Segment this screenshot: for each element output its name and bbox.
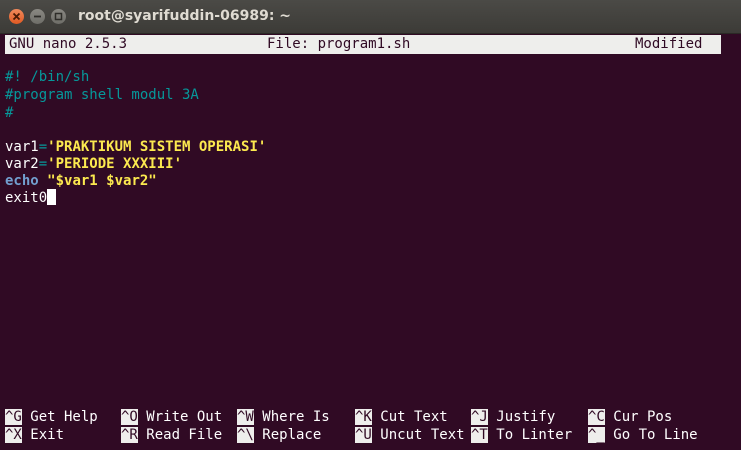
shortcut-label: Exit	[21, 427, 65, 443]
shortcut-bar: ^G Get Help ^O Write Out ^W Where Is ^K …	[5, 408, 741, 448]
code-line[interactable]: var1='PRAKTIKUM SISTEM OPERASI'	[5, 138, 266, 156]
code-line[interactable]: exit0	[5, 189, 57, 207]
code-line[interactable]: #	[5, 104, 13, 122]
shortcut-key: ^\	[237, 427, 254, 443]
string-literal: "$var1 $var2"	[47, 173, 157, 189]
code-line[interactable]: var2='PERIODE XXXIII'	[5, 155, 182, 173]
nano-status: Modified	[635, 36, 703, 52]
terminal-area[interactable]: GNU nano 2.5.3 File: program1.sh Modifie…	[0, 33, 741, 450]
assign-operator: =	[38, 156, 48, 172]
shortcut-go-to-line[interactable]: ^_ Go To Line	[588, 426, 698, 444]
nano-header-bar: GNU nano 2.5.3 File: program1.sh Modifie…	[5, 35, 721, 54]
code-line[interactable]: echo "$var1 $var2"	[5, 172, 157, 190]
shortcut-label: Replace	[253, 427, 322, 443]
shortcut-label: Read File	[137, 427, 223, 443]
shortcut-label: Where Is	[253, 409, 330, 425]
shortcut-key: ^G	[5, 409, 22, 425]
code-line[interactable]: #program shell modul 3A	[5, 86, 199, 104]
maximize-button[interactable]	[51, 9, 66, 24]
shortcut-key: ^K	[355, 409, 372, 425]
variable-name: var2	[5, 156, 39, 172]
maximize-icon	[54, 12, 63, 21]
text-cursor	[47, 189, 57, 205]
shortcut-to-linter[interactable]: ^T To Linter	[471, 426, 572, 444]
string-literal: 'PRAKTIKUM SISTEM OPERASI'	[47, 139, 267, 155]
shortcut-key: ^C	[588, 409, 605, 425]
shortcut-write-out[interactable]: ^O Write Out	[121, 408, 222, 426]
shortcut-replace[interactable]: ^\ Replace	[237, 426, 321, 444]
shortcut-get-help[interactable]: ^G Get Help	[5, 408, 98, 426]
shortcut-key: ^O	[121, 409, 138, 425]
shortcut-key: ^U	[355, 427, 372, 443]
shortcut-label: Write Out	[137, 409, 223, 425]
shortcut-label: Justify	[487, 409, 556, 425]
shortcut-label: Uncut Text	[371, 427, 465, 443]
code-line[interactable]: #! /bin/sh	[5, 68, 89, 86]
shortcut-uncut-text[interactable]: ^U Uncut Text	[355, 426, 465, 444]
shortcut-label: To Linter	[487, 427, 573, 443]
code-text: exit0	[5, 190, 48, 206]
window-title: root@syarifuddin-06989: ~	[78, 8, 292, 24]
title-bar[interactable]: root@syarifuddin-06989: ~	[0, 0, 741, 34]
shortcut-key: ^T	[471, 427, 488, 443]
shortcut-where-is[interactable]: ^W Where Is	[237, 408, 330, 426]
close-icon	[12, 12, 21, 21]
keyword: echo	[5, 173, 39, 189]
nano-filename: File: program1.sh	[267, 36, 411, 52]
minimize-icon	[34, 15, 41, 18]
terminal-window: root@syarifuddin-06989: ~ GNU nano 2.5.3…	[0, 0, 741, 450]
shortcut-key: ^_	[588, 427, 605, 443]
shortcut-label: Cut Text	[371, 409, 448, 425]
shortcut-label: Cur Pos	[604, 409, 673, 425]
shortcut-cut-text[interactable]: ^K Cut Text	[355, 408, 448, 426]
shortcut-key: ^J	[471, 409, 488, 425]
assign-operator: =	[38, 139, 48, 155]
shortcut-exit[interactable]: ^X Exit	[5, 426, 64, 444]
shortcut-key: ^X	[5, 427, 22, 443]
string-literal: 'PERIODE XXXIII'	[47, 156, 183, 172]
shortcut-key: ^R	[121, 427, 138, 443]
shortcut-cur-pos[interactable]: ^C Cur Pos	[588, 408, 672, 426]
close-button[interactable]	[9, 9, 24, 24]
variable-name: var1	[5, 139, 39, 155]
minimize-button[interactable]	[30, 9, 45, 24]
shortcut-justify[interactable]: ^J Justify	[471, 408, 555, 426]
shortcut-read-file[interactable]: ^R Read File	[121, 426, 222, 444]
shortcut-key: ^W	[237, 409, 254, 425]
shortcut-label: Get Help	[21, 409, 98, 425]
nano-version: GNU nano 2.5.3	[9, 36, 128, 52]
shortcut-label: Go To Line	[604, 427, 698, 443]
